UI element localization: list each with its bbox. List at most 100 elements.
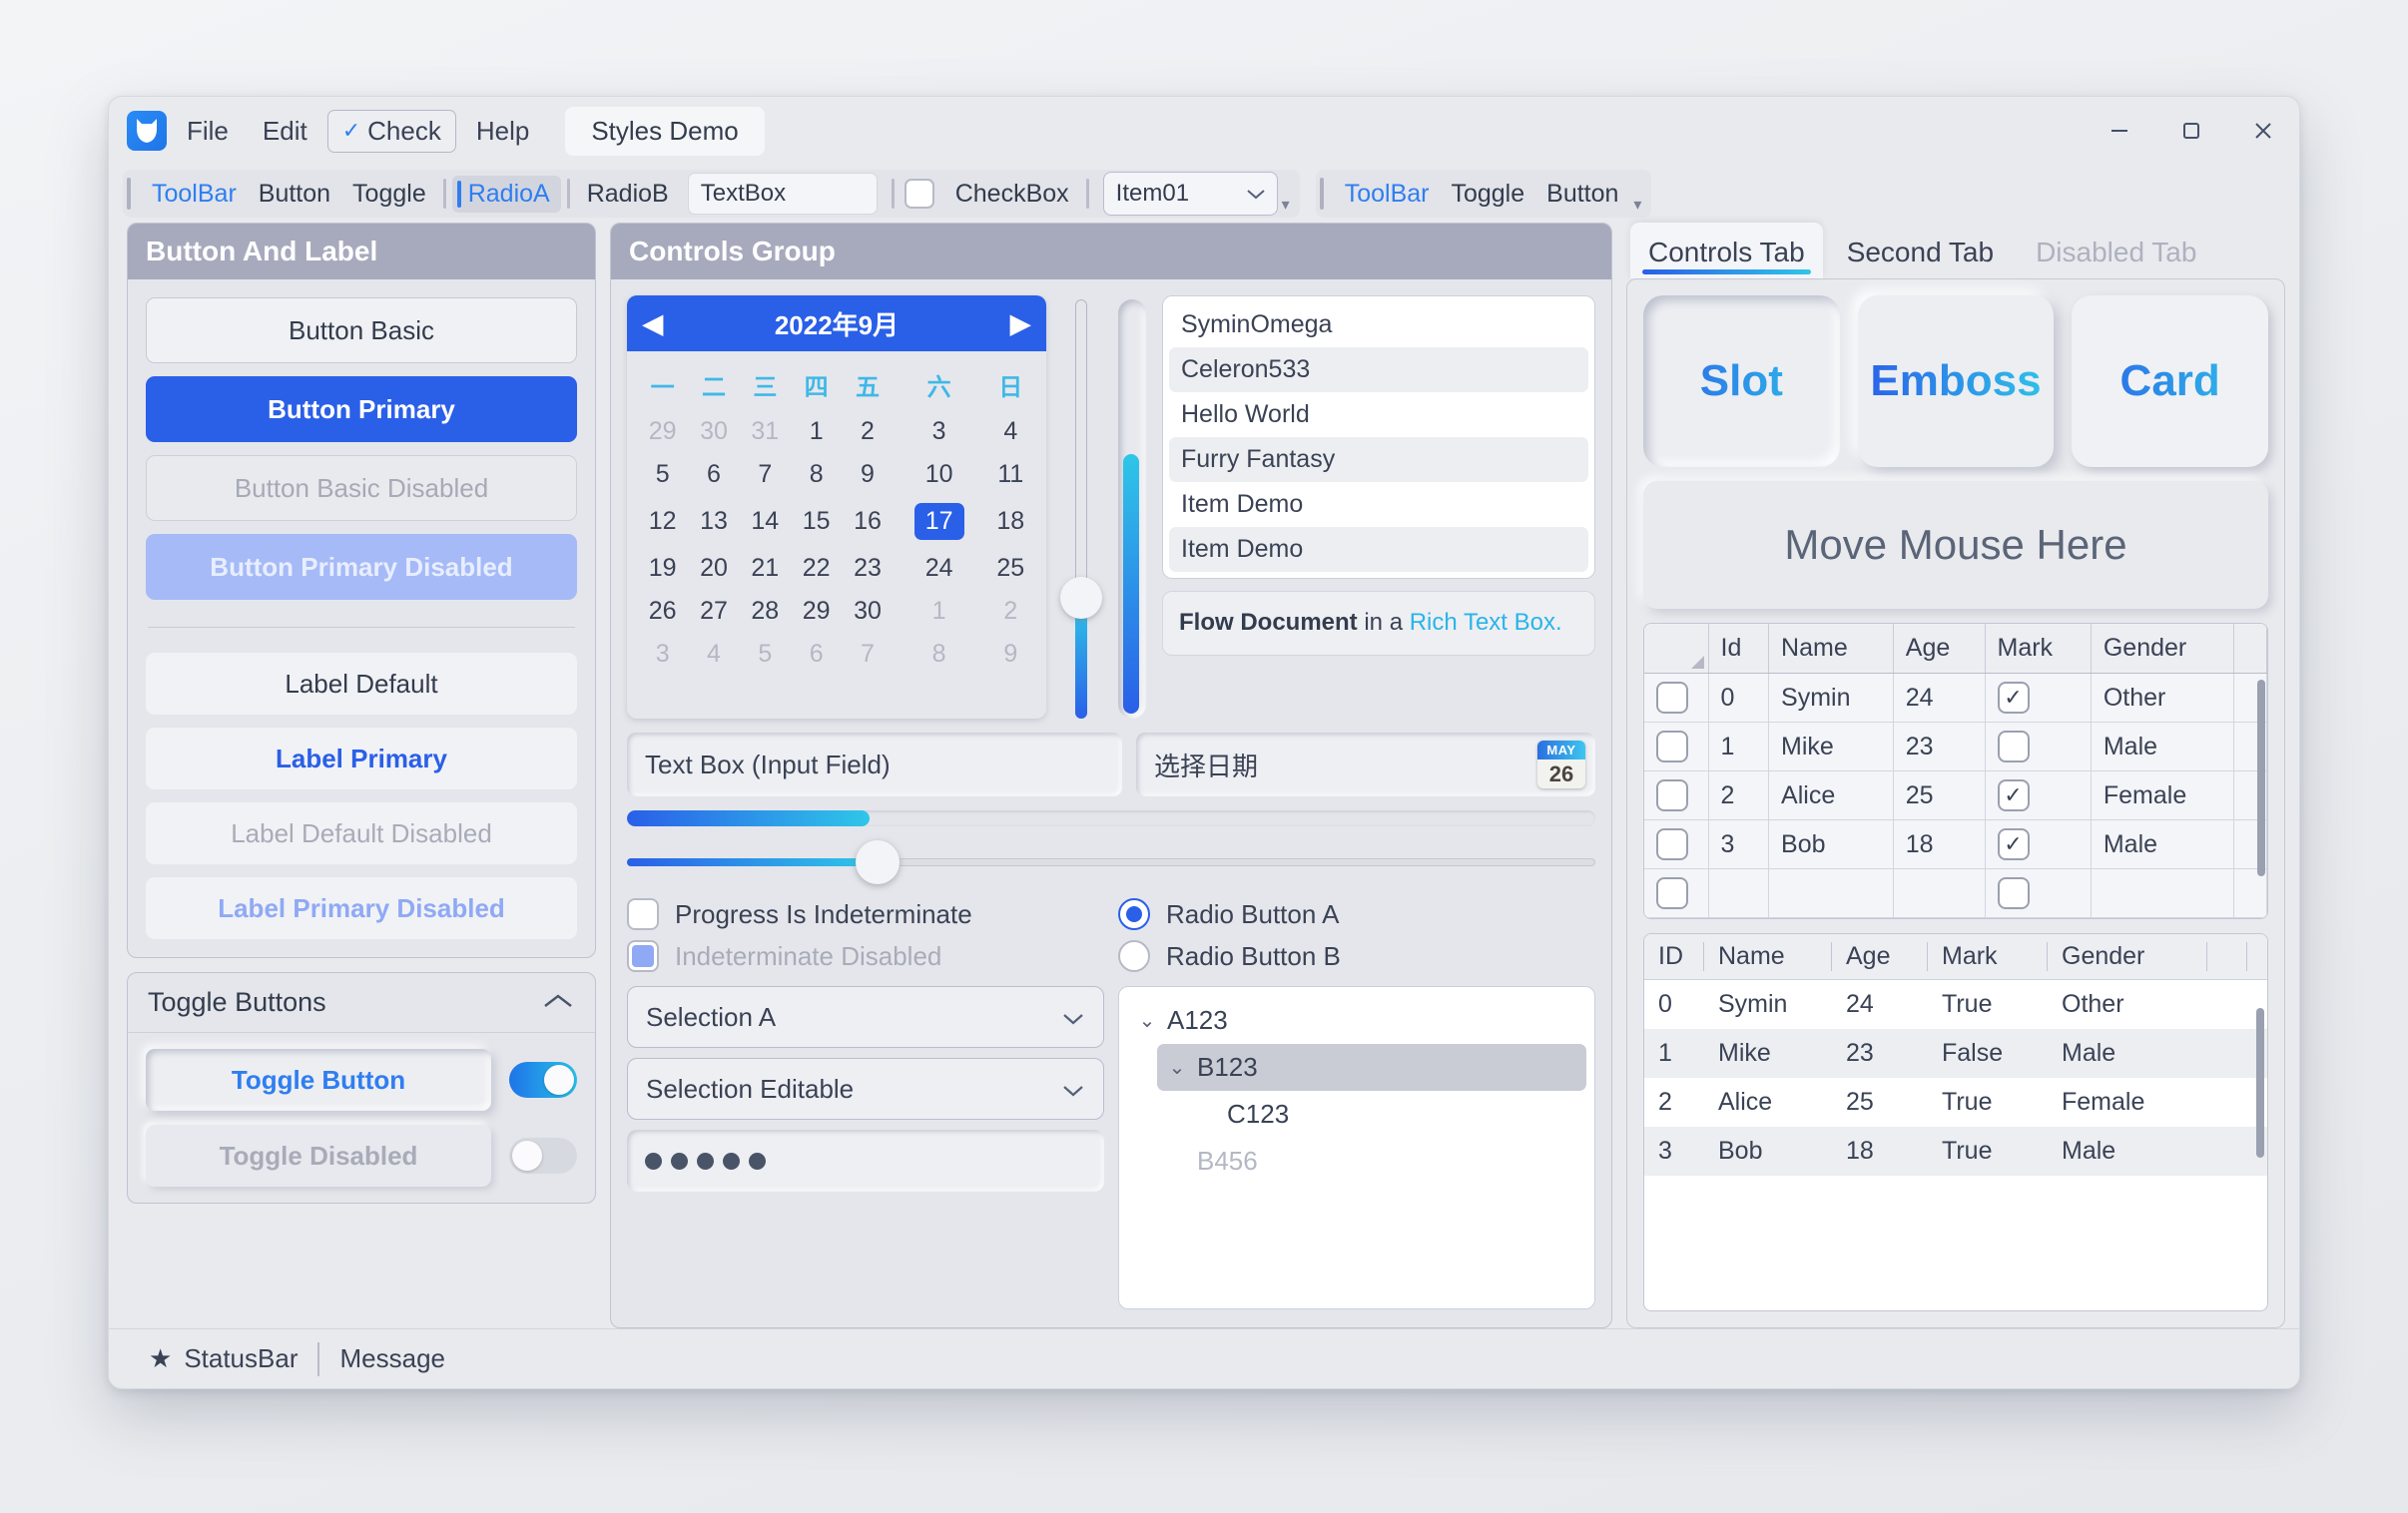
- data-grid-column-header[interactable]: Id: [1708, 624, 1769, 674]
- calendar-day[interactable]: 18: [985, 496, 1036, 547]
- calendar-day[interactable]: 7: [842, 633, 893, 676]
- data-grid[interactable]: IdNameAgeMarkGender 0 Symin 24 ✓ Other 1…: [1643, 623, 2268, 919]
- minimize-icon[interactable]: [2084, 97, 2155, 165]
- list-item[interactable]: Hello World: [1169, 392, 1588, 437]
- calendar-day[interactable]: 28: [740, 590, 791, 633]
- chevron-down-icon[interactable]: ⌄: [1167, 1055, 1187, 1080]
- row-select-cell[interactable]: [1644, 674, 1708, 723]
- mark-checkbox[interactable]: [1998, 877, 2030, 909]
- cell-mark[interactable]: [1985, 723, 2091, 771]
- row-checkbox[interactable]: [1656, 731, 1688, 762]
- calendar-day[interactable]: 12: [637, 496, 688, 547]
- toolbar-grip-handle-2[interactable]: [1320, 178, 1324, 210]
- calendar-day[interactable]: 30: [842, 590, 893, 633]
- list-box[interactable]: SyminOmegaCeleron533Hello WorldFurry Fan…: [1162, 295, 1595, 579]
- calendar-title[interactable]: 2022年9月: [775, 305, 899, 342]
- text-box-input[interactable]: Text Box (Input Field): [627, 733, 1122, 796]
- toggle-button[interactable]: Toggle Button: [146, 1049, 491, 1111]
- calendar-day[interactable]: 8: [894, 633, 985, 676]
- calendar-day[interactable]: 1: [791, 410, 842, 453]
- menu-edit[interactable]: Edit: [249, 111, 321, 152]
- calendar-day[interactable]: 4: [985, 410, 1036, 453]
- toolbar2-toggle[interactable]: Toggle: [1440, 176, 1535, 213]
- list-item[interactable]: 2 Alice 25 True Female: [1644, 1078, 2267, 1127]
- calendar-day[interactable]: 9: [985, 633, 1036, 676]
- expander-header[interactable]: Toggle Buttons: [128, 973, 595, 1033]
- card-emboss[interactable]: Emboss: [1858, 295, 2055, 467]
- calendar-day[interactable]: 5: [637, 453, 688, 496]
- data-grid-column-header[interactable]: Name: [1769, 624, 1894, 674]
- list-item[interactable]: 0 Symin 24 True Other: [1644, 980, 2267, 1029]
- tree-node[interactable]: ⌄A123: [1127, 997, 1586, 1044]
- data-grid-corner[interactable]: [1644, 624, 1708, 674]
- row-select-cell[interactable]: [1644, 820, 1708, 869]
- vertical-slider-classic[interactable]: [1066, 299, 1096, 719]
- calendar-day[interactable]: 6: [791, 633, 842, 676]
- calendar-day[interactable]: 3: [637, 633, 688, 676]
- toolbar-checkbox[interactable]: [904, 179, 934, 209]
- data-grid-scrollbar[interactable]: [2257, 680, 2265, 876]
- toolbar-button[interactable]: Button: [248, 176, 341, 213]
- card-slot[interactable]: Slot: [1643, 295, 1840, 467]
- date-picker-value[interactable]: 选择日期: [1136, 733, 1595, 796]
- calendar-day[interactable]: 7: [740, 453, 791, 496]
- menu-file[interactable]: File: [173, 111, 243, 152]
- slider-thumb[interactable]: [1060, 577, 1102, 619]
- table-row[interactable]: [1644, 869, 2267, 918]
- richtext-link[interactable]: Rich Text Box.: [1410, 609, 1562, 636]
- toolbar-radio-a[interactable]: RadioA: [452, 176, 561, 213]
- list-item[interactable]: Item Demo: [1169, 482, 1588, 527]
- radio-icon-selected[interactable]: [1118, 898, 1150, 930]
- radio-button-a[interactable]: Radio Button A: [1118, 898, 1595, 930]
- radio-button-b[interactable]: Radio Button B: [1118, 940, 1595, 972]
- calendar-day[interactable]: 17: [894, 496, 985, 547]
- calendar-day[interactable]: 2: [985, 590, 1036, 633]
- calendar-day[interactable]: 27: [688, 590, 739, 633]
- toolbar-toggle[interactable]: Toggle: [341, 176, 437, 213]
- calendar-day[interactable]: 10: [894, 453, 985, 496]
- calendar-day[interactable]: 25: [985, 547, 1036, 590]
- list-item[interactable]: Item Demo: [1169, 527, 1588, 572]
- chevron-down-icon[interactable]: ⌄: [1137, 1008, 1157, 1033]
- list-view-column-header[interactable]: Mark: [1928, 942, 2048, 971]
- data-grid-column-header[interactable]: Gender: [2091, 624, 2233, 674]
- row-checkbox[interactable]: [1656, 877, 1688, 909]
- row-select-cell[interactable]: [1644, 869, 1708, 918]
- toolbar-radio-b[interactable]: RadioB: [576, 176, 680, 213]
- combobox-selection-a[interactable]: Selection A: [627, 986, 1104, 1048]
- tree-node[interactable]: ⌄B123: [1157, 1044, 1586, 1091]
- toolbar-combobox[interactable]: Item01: [1103, 172, 1278, 216]
- cell-mark[interactable]: [1985, 869, 2091, 918]
- calendar-day[interactable]: 9: [842, 453, 893, 496]
- menu-help[interactable]: Help: [462, 111, 543, 152]
- mark-checkbox[interactable]: ✓: [1998, 779, 2030, 811]
- calendar-day[interactable]: 6: [688, 453, 739, 496]
- cell-mark[interactable]: ✓: [1985, 771, 2091, 820]
- table-row[interactable]: 1 Mike 23 Male: [1644, 723, 2267, 771]
- toolbar-grip-handle[interactable]: [127, 178, 131, 210]
- toolbar-textbox[interactable]: TextBox: [688, 173, 878, 215]
- calendar-day[interactable]: 20: [688, 547, 739, 590]
- calendar-day[interactable]: 13: [688, 496, 739, 547]
- calendar-day[interactable]: 16: [842, 496, 893, 547]
- tab-controls-tab[interactable]: Controls Tab: [1630, 223, 1823, 278]
- calendar-day[interactable]: 8: [791, 453, 842, 496]
- row-select-cell[interactable]: [1644, 771, 1708, 820]
- list-item[interactable]: Furry Fantasy: [1169, 437, 1588, 482]
- calendar-day[interactable]: 30: [688, 410, 739, 453]
- menu-check[interactable]: ✓ Check: [327, 110, 456, 153]
- toggle-switch-on[interactable]: [509, 1062, 577, 1098]
- row-checkbox[interactable]: [1656, 828, 1688, 860]
- mark-checkbox[interactable]: ✓: [1998, 682, 2030, 714]
- mark-checkbox[interactable]: [1998, 731, 2030, 762]
- toolbar2-overflow-icon[interactable]: ▾: [1633, 195, 1641, 215]
- calendar-day[interactable]: 2: [842, 410, 893, 453]
- calendar-day[interactable]: 15: [791, 496, 842, 547]
- calendar-day[interactable]: 26: [637, 590, 688, 633]
- data-grid-column-header[interactable]: Age: [1893, 624, 1985, 674]
- calendar-day[interactable]: 5: [740, 633, 791, 676]
- list-item[interactable]: Celeron533: [1169, 347, 1588, 392]
- list-view-column-header[interactable]: ID: [1644, 942, 1704, 971]
- toolbar-overflow-icon[interactable]: ▾: [1282, 195, 1290, 215]
- chevron-up-icon[interactable]: [541, 987, 575, 1018]
